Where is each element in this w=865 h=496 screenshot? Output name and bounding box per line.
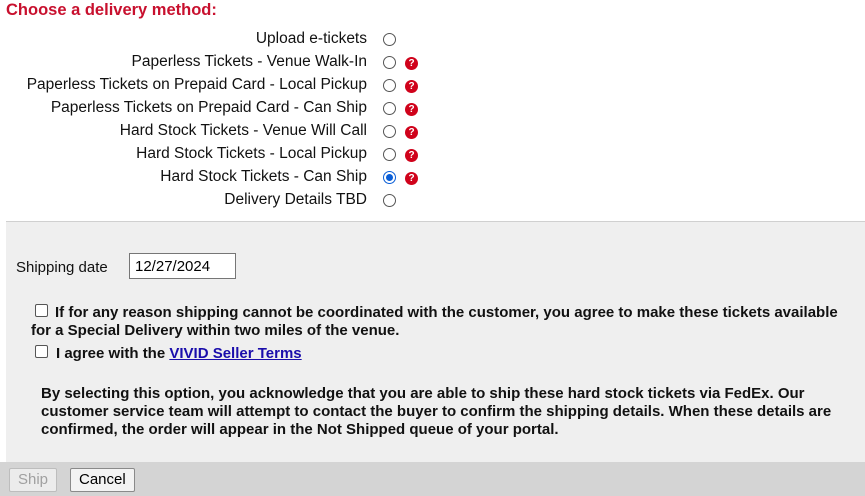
seller-terms-prefix: I agree with the	[56, 345, 170, 362]
radio-upload-etickets[interactable]	[383, 33, 396, 46]
help-icon[interactable]: ?	[405, 172, 418, 185]
delivery-option-upload-etickets[interactable]: Upload e-tickets	[0, 28, 430, 51]
ship-button[interactable]: Ship	[9, 468, 58, 492]
special-delivery-text: If for any reason shipping cannot be coo…	[31, 304, 838, 339]
delivery-option-details-tbd[interactable]: Delivery Details TBD	[0, 189, 430, 212]
radio-prepaid-can-ship[interactable]	[383, 102, 396, 115]
delivery-option-hardstock-can-ship[interactable]: Hard Stock Tickets - Can Ship ?	[0, 166, 430, 189]
seller-terms-checkbox[interactable]	[35, 345, 48, 358]
radio-hardstock-local-pickup[interactable]	[383, 148, 396, 161]
fedex-info-text: By selecting this option, you acknowledg…	[41, 385, 832, 438]
delivery-option-prepaid-can-ship[interactable]: Paperless Tickets on Prepaid Card - Can …	[0, 97, 430, 120]
radio-paperless-walkin[interactable]	[383, 56, 396, 69]
delivery-option-label: Hard Stock Tickets - Local Pickup	[136, 145, 367, 162]
delivery-option-label: Delivery Details TBD	[224, 191, 367, 208]
delivery-option-label: Hard Stock Tickets - Can Ship	[160, 168, 367, 185]
delivery-option-label: Paperless Tickets on Prepaid Card - Can …	[50, 99, 367, 116]
action-bar: Ship Cancel	[0, 462, 865, 496]
shipping-date-label: Shipping date	[16, 259, 108, 276]
delivery-option-label: Paperless Tickets - Venue Walk-In	[131, 53, 367, 70]
help-icon[interactable]: ?	[405, 80, 418, 93]
shipping-date-input[interactable]	[129, 253, 236, 279]
cancel-button[interactable]: Cancel	[70, 468, 135, 492]
help-icon[interactable]: ?	[405, 126, 418, 139]
help-icon[interactable]: ?	[405, 103, 418, 116]
seller-terms-link[interactable]: VIVID Seller Terms	[169, 345, 301, 362]
delivery-option-hardstock-local-pickup[interactable]: Hard Stock Tickets - Local Pickup ?	[0, 143, 430, 166]
help-icon[interactable]: ?	[405, 149, 418, 162]
radio-prepaid-local-pickup[interactable]	[383, 79, 396, 92]
help-icon[interactable]: ?	[405, 57, 418, 70]
delivery-options-list: Upload e-tickets Paperless Tickets - Ven…	[0, 28, 430, 212]
radio-hardstock-will-call[interactable]	[383, 125, 396, 138]
delivery-option-hardstock-will-call[interactable]: Hard Stock Tickets - Venue Will Call ?	[0, 120, 430, 143]
radio-hardstock-can-ship[interactable]	[383, 171, 396, 184]
delivery-option-paperless-walkin[interactable]: Paperless Tickets - Venue Walk-In ?	[0, 51, 430, 74]
delivery-method-heading: Choose a delivery method:	[6, 1, 217, 19]
delivery-option-label: Hard Stock Tickets - Venue Will Call	[119, 122, 367, 139]
radio-details-tbd[interactable]	[383, 194, 396, 207]
seller-terms-text: I agree with the VIVID Seller Terms	[56, 345, 302, 362]
delivery-option-prepaid-local-pickup[interactable]: Paperless Tickets on Prepaid Card - Loca…	[0, 74, 430, 97]
delivery-option-label: Paperless Tickets on Prepaid Card - Loca…	[26, 76, 367, 93]
shipping-details-panel: Shipping date If for any reason shipping…	[6, 221, 865, 496]
delivery-option-label: Upload e-tickets	[255, 30, 367, 47]
